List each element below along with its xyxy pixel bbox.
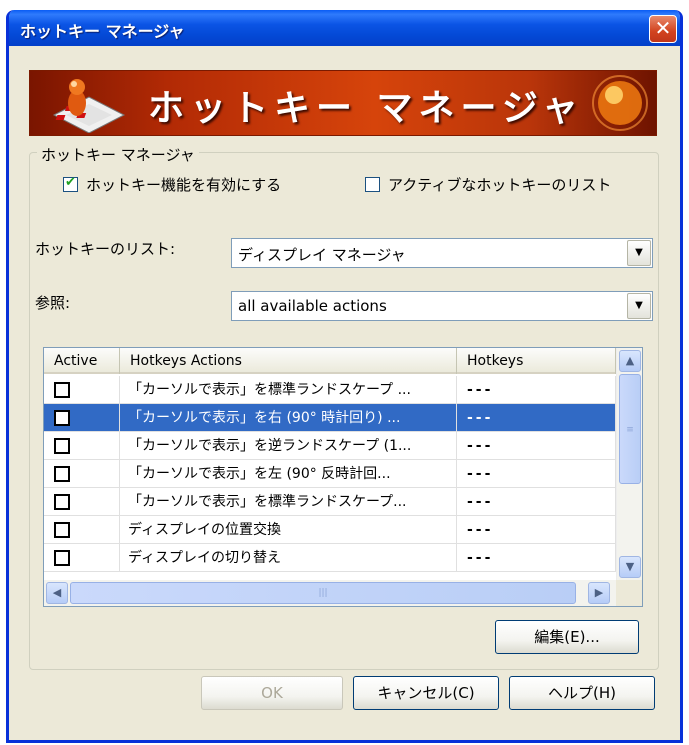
title-bar[interactable]: ホットキー マネージャ ✕ <box>9 10 680 46</box>
active-hotkeys-checkbox[interactable]: アクティブなホットキーのリスト <box>365 174 611 195</box>
row-hotkey: --- <box>457 404 616 432</box>
row-action: 「カーソルで表示」を逆ランドスケープ (1... <box>120 432 457 460</box>
banner-title: ホットキー マネージャ <box>148 88 585 129</box>
row-active-checkbox[interactable] <box>54 382 70 398</box>
hotkey-list-dropdown[interactable]: ディスプレイ マネージャ ▼ <box>231 238 653 268</box>
vertical-scrollbar[interactable]: ▲ ≡ ▼ <box>616 348 642 580</box>
row-hotkey: --- <box>457 488 616 516</box>
header-banner: ホットキー マネージャ <box>29 70 657 136</box>
table-header: Active Hotkeys Actions Hotkeys <box>44 348 616 374</box>
column-header-hotkeys[interactable]: Hotkeys <box>457 348 616 374</box>
reference-value: all available actions <box>238 297 387 315</box>
enable-hotkeys-check[interactable] <box>63 175 78 192</box>
arrow-left-icon[interactable]: ◀ <box>46 582 68 604</box>
row-hotkey: --- <box>457 460 616 488</box>
chevron-down-icon[interactable]: ▼ <box>627 293 651 319</box>
table-body: 「カーソルで表示」を標準ランドスケープ ... --- 「カーソルで表示」を右 … <box>44 376 616 572</box>
table-row[interactable]: ディスプレイの切り替え --- <box>44 544 616 572</box>
cancel-button[interactable]: キャンセル(C) <box>353 676 499 710</box>
active-hotkeys-check[interactable] <box>365 177 380 192</box>
active-hotkeys-label: アクティブなホットキーのリスト <box>388 176 612 194</box>
hotkey-list-value: ディスプレイ マネージャ <box>238 246 406 264</box>
row-active-checkbox[interactable] <box>54 438 70 454</box>
hotkey-actions-table: Active Hotkeys Actions Hotkeys 「カーソルで表示」… <box>43 347 643 607</box>
row-hotkey: --- <box>457 544 616 572</box>
enable-hotkeys-label: ホットキー機能を有効にする <box>86 176 282 194</box>
close-button[interactable]: ✕ <box>649 15 677 43</box>
row-hotkey: --- <box>457 516 616 544</box>
row-active-checkbox[interactable] <box>54 550 70 566</box>
row-active-checkbox[interactable] <box>54 522 70 538</box>
horizontal-scroll-thumb[interactable]: ||| <box>70 582 576 604</box>
column-header-active[interactable]: Active <box>44 348 120 374</box>
table-row[interactable]: ディスプレイの位置交換 --- <box>44 516 616 544</box>
hotkey-logo-icon <box>52 79 126 133</box>
arrow-up-icon[interactable]: ▲ <box>619 350 641 372</box>
arrow-right-icon[interactable]: ▶ <box>588 582 610 604</box>
row-active-checkbox[interactable] <box>54 466 70 482</box>
chevron-down-icon[interactable]: ▼ <box>627 240 651 266</box>
row-action: 「カーソルで表示」を左 (90° 反時計回... <box>120 460 457 488</box>
orb-decoration-icon <box>592 75 648 131</box>
ok-button[interactable]: OK <box>201 676 343 710</box>
table-row-selected[interactable]: 「カーソルで表示」を右 (90° 時計回り) ... --- <box>44 404 616 432</box>
row-hotkey: --- <box>457 376 616 404</box>
edit-button[interactable]: 編集(E)... <box>495 620 639 654</box>
close-icon: ✕ <box>654 16 672 40</box>
hotkey-list-label: ホットキーのリスト: <box>35 240 176 258</box>
table-row[interactable]: 「カーソルで表示」を標準ランドスケープ ... --- <box>44 376 616 404</box>
row-active-checkbox[interactable] <box>54 494 70 510</box>
scrollbar-corner <box>616 580 642 606</box>
vertical-scroll-thumb[interactable]: ≡ <box>619 374 641 484</box>
help-button[interactable]: ヘルプ(H) <box>509 676 655 710</box>
table-row[interactable]: 「カーソルで表示」を逆ランドスケープ (1... --- <box>44 432 616 460</box>
window-title: ホットキー マネージャ <box>20 22 185 41</box>
row-active-checkbox[interactable] <box>54 410 70 426</box>
row-action: 「カーソルで表示」を右 (90° 時計回り) ... <box>120 404 457 432</box>
table-row[interactable]: 「カーソルで表示」を標準ランドスケープ... --- <box>44 488 616 516</box>
row-action: ディスプレイの位置交換 <box>120 516 457 544</box>
arrow-down-icon[interactable]: ▼ <box>619 556 641 578</box>
column-header-actions[interactable]: Hotkeys Actions <box>120 348 457 374</box>
enable-hotkeys-checkbox[interactable]: ホットキー機能を有効にする <box>63 174 281 195</box>
table-row[interactable]: 「カーソルで表示」を左 (90° 反時計回... --- <box>44 460 616 488</box>
reference-dropdown[interactable]: all available actions ▼ <box>231 291 653 321</box>
row-hotkey: --- <box>457 432 616 460</box>
horizontal-scrollbar[interactable]: ◀ ||| ▶ <box>44 580 616 606</box>
row-action: 「カーソルで表示」を標準ランドスケープ ... <box>120 376 457 404</box>
group-title: ホットキー マネージャ <box>37 144 199 165</box>
hotkey-manager-dialog: ホットキー マネージャ ✕ ホットキー マネージャ ホットキー マネージャ ホッ… <box>6 10 683 743</box>
row-action: ディスプレイの切り替え <box>120 544 457 572</box>
row-action: 「カーソルで表示」を標準ランドスケープ... <box>120 488 457 516</box>
reference-label: 参照: <box>35 294 71 312</box>
